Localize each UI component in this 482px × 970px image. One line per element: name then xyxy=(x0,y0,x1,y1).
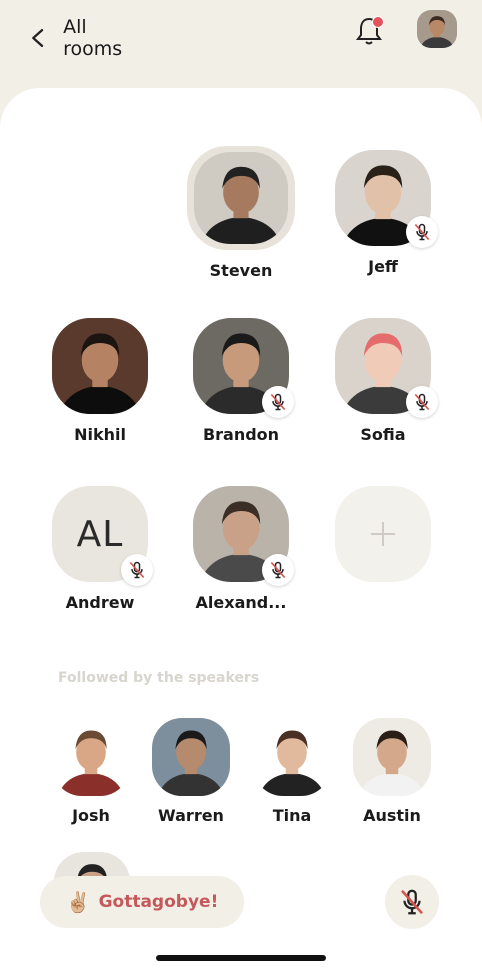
chevron-left-icon xyxy=(32,28,44,48)
profile-avatar[interactable] xyxy=(417,10,457,48)
muted-badge xyxy=(406,216,438,248)
avatar[interactable] xyxy=(152,718,230,796)
mic-off-icon xyxy=(127,560,147,580)
speaker-alexander[interactable]: Alexand... xyxy=(186,486,296,612)
speaker-name: Andrew xyxy=(65,593,135,612)
mic-off-icon xyxy=(412,222,432,242)
muted-badge xyxy=(121,554,153,586)
listener-name: Austin xyxy=(363,806,421,825)
mic-off-icon xyxy=(268,392,288,412)
mic-off-icon xyxy=(268,560,288,580)
speaker-name: Sofia xyxy=(360,425,406,444)
back-to-all-rooms-button[interactable]: All rooms xyxy=(28,16,148,60)
avatar[interactable] xyxy=(187,146,295,250)
peace-hand-icon: ✌🏼 xyxy=(65,890,91,914)
muted-badge xyxy=(262,386,294,418)
followed-by-speakers-heading: Followed by the speakers xyxy=(58,670,260,686)
mic-off-icon xyxy=(397,887,427,917)
speaker-name: Steven xyxy=(209,261,273,280)
speaker-nikhil[interactable]: Nikhil xyxy=(45,318,155,444)
listener-name: Josh xyxy=(72,806,110,825)
speaker-sofia[interactable]: Sofia xyxy=(328,318,438,444)
invite-speaker[interactable] xyxy=(328,486,438,582)
notification-dot xyxy=(372,16,384,28)
muted-badge xyxy=(262,554,294,586)
listener-warren[interactable]: Warren xyxy=(146,718,236,825)
home-indicator xyxy=(156,955,326,961)
notifications-button[interactable] xyxy=(352,14,386,48)
avatar-initials: AL xyxy=(76,513,124,555)
speaker-name: Jeff xyxy=(368,257,398,276)
mic-toggle-button[interactable] xyxy=(385,875,439,929)
mic-off-icon xyxy=(412,392,432,412)
avatar[interactable] xyxy=(253,718,331,796)
speaker-jeff[interactable]: Jeff xyxy=(328,150,438,276)
muted-badge xyxy=(406,386,438,418)
listener-josh[interactable]: Josh xyxy=(46,718,136,825)
avatar[interactable] xyxy=(52,718,130,796)
listener-tina[interactable]: Tina xyxy=(247,718,337,825)
leave-room-button[interactable]: ✌🏼 Gottagobye! xyxy=(40,876,244,928)
speaker-name: Brandon xyxy=(202,425,280,444)
plus-icon xyxy=(371,522,395,546)
listener-name: Tina xyxy=(272,806,312,825)
speaker-name: Nikhil xyxy=(74,425,126,444)
speaker-andrew[interactable]: AL Andrew xyxy=(45,486,155,612)
speaker-name: Alexand... xyxy=(195,593,287,612)
listener-austin[interactable]: Austin xyxy=(347,718,437,825)
speaker-brandon[interactable]: Brandon xyxy=(186,318,296,444)
add-speaker-button[interactable] xyxy=(335,486,431,582)
avatar[interactable] xyxy=(353,718,431,796)
top-bar: All rooms xyxy=(0,0,482,86)
speaker-steven[interactable]: Steven xyxy=(186,146,296,280)
back-label: All rooms xyxy=(63,16,123,60)
listener-name: Warren xyxy=(158,806,224,825)
leave-room-label: Gottagobye! xyxy=(98,892,219,912)
avatar[interactable] xyxy=(52,318,148,414)
